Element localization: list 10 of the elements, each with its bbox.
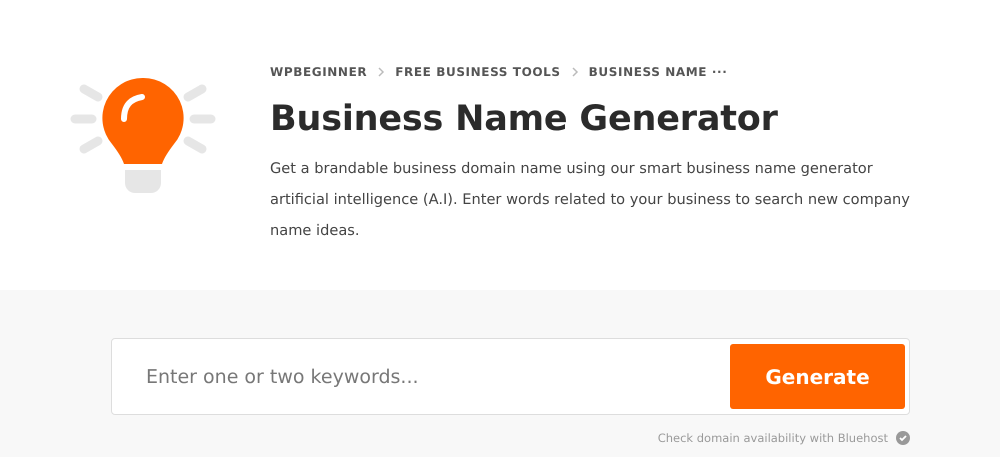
check-circle-icon [896,431,910,445]
page-title: Business Name Generator [270,99,779,139]
breadcrumb-link[interactable]: WPBEGINNER [270,65,368,79]
breadcrumb-link[interactable]: FREE BUSINESS TOOLS [395,65,561,79]
lightbulb-icon [70,75,216,195]
chevron-icon [377,67,386,77]
description-text: Get a brandable business domain name using our smart business name generator artificial intelligence (A.I). Enter words related to your business to search new company name ideas. [270,159,911,241]
breadcrumb-link[interactable]: BUSINESS NAME ··· [588,65,728,79]
chevron-icon [570,67,579,77]
bluehost-note: Check domain availability with Bluehost [658,431,888,445]
